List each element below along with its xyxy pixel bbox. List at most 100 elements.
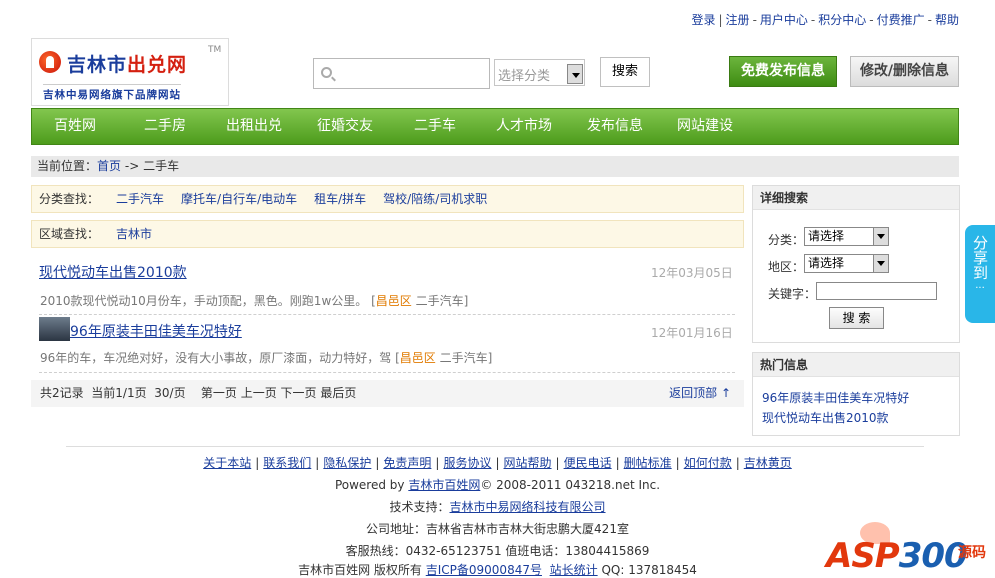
listing-title[interactable]: 现代悦动车出售2010款: [39, 262, 187, 282]
publish-button[interactable]: 免费发布信息: [729, 56, 837, 87]
filter-car-rental[interactable]: 租车/拼车: [314, 192, 366, 206]
chevron-down-icon: [567, 64, 583, 84]
back-to-top-link[interactable]: 返回顶部 ↑: [669, 380, 731, 407]
listing-date: 12年01月16日: [651, 326, 733, 340]
footer-link-delete-policy[interactable]: 删帖标准: [624, 456, 672, 470]
panel-title: 详细搜索: [753, 186, 959, 210]
pager-current: 当前1/1页: [91, 386, 147, 400]
nav-item-rent[interactable]: 出租出兑: [226, 109, 282, 144]
nav-item-dating[interactable]: 征婚交友: [317, 109, 373, 144]
panel-title: 热门信息: [753, 353, 959, 377]
keyword-label: 关键字：: [768, 287, 817, 301]
area-filter-label: 区域查找：: [39, 227, 100, 241]
advanced-search-panel: 详细搜索 分类： 请选择 地区： 请选择 关键字： 搜 索: [752, 185, 960, 343]
stats-link[interactable]: 站长统计: [550, 563, 598, 577]
tech-support-link[interactable]: 吉林市中易网络科技有限公司: [450, 500, 606, 514]
points-center-link[interactable]: 积分中心: [818, 13, 866, 27]
nav-item-used-car[interactable]: 二手车: [414, 109, 456, 144]
footer-link-terms[interactable]: 服务协议: [443, 456, 491, 470]
listing-description: 2010款现代悦动10月份车，手动顶配，黑色。刚跑1w公里。 [昌邑区 二手汽车…: [40, 294, 469, 308]
powered-by: Powered by 吉林市百姓网© 2008-2011 043218.net …: [334, 478, 661, 492]
login-link[interactable]: 登录: [691, 13, 715, 27]
breadcrumb: 当前位置：首页 -> 二手车: [31, 156, 959, 177]
search-button[interactable]: 搜索: [600, 57, 650, 87]
footer-link-privacy[interactable]: 隐私保护: [323, 456, 371, 470]
site-logo[interactable]: 吉林市出兑网 TM 吉林中易网络旗下品牌网站: [31, 38, 229, 106]
edit-delete-button[interactable]: 修改/删除信息: [850, 56, 959, 87]
area-filter: 区域查找： 吉林市: [31, 220, 744, 248]
pager-last[interactable]: 最后页: [320, 386, 356, 400]
keyword-input[interactable]: [816, 282, 937, 300]
logo-name: 吉林市出兑网: [67, 54, 188, 76]
nav-item-baixing[interactable]: 百姓网: [54, 109, 96, 144]
pager-total: 共2记录: [40, 386, 84, 400]
category-filter: 分类查找： 二手汽车 摩托车/自行车/电动车 租车/拼车 驾校/陪练/司机求职: [31, 185, 744, 213]
powered-by-link[interactable]: 吉林市百姓网: [408, 478, 480, 492]
area-label: 地区：: [768, 260, 805, 274]
filter-driving-school[interactable]: 驾校/陪练/司机求职: [383, 192, 487, 206]
search-icon: [321, 67, 332, 78]
logo-mark-icon: [39, 51, 61, 73]
listing-description: 96年的车，车况绝对好，没有大小事故，原厂漆面，动力特好，驾 [昌邑区 二手汽车…: [40, 351, 493, 365]
search-input[interactable]: [338, 63, 486, 84]
nav-item-jobs[interactable]: 人才市场: [496, 109, 552, 144]
filter-used-car[interactable]: 二手汽车: [116, 192, 164, 206]
pager-prev[interactable]: 上一页: [241, 386, 277, 400]
user-center-link[interactable]: 用户中心: [760, 13, 808, 27]
category-select-value: 选择分类: [498, 69, 551, 84]
hot-info-panel: 热门信息 96年原装丰田佳美车况特好 现代悦动车出售2010款: [752, 352, 960, 436]
listing-area-link[interactable]: 昌邑区: [376, 294, 412, 308]
pager-per-page: 30/页: [154, 386, 186, 400]
breadcrumb-home[interactable]: 首页: [97, 159, 121, 173]
logo-subtitle: 吉林中易网络旗下品牌网站: [43, 84, 181, 102]
share-label: 分享到: [971, 235, 989, 280]
chevron-down-icon: [873, 228, 888, 245]
nav-item-publish[interactable]: 发布信息: [587, 109, 643, 144]
pagination: 共2记录 当前1/1页 30/页 第一页 上一页 下一页 最后页 返回顶部 ↑: [31, 380, 744, 407]
filter-area-jilin[interactable]: 吉林市: [116, 227, 152, 241]
tech-support: 技术支持：吉林市中易网络科技有限公司: [389, 500, 606, 514]
hot-item[interactable]: 现代悦动车出售2010款: [762, 409, 889, 426]
adv-area-select[interactable]: 请选择: [804, 254, 889, 273]
register-link[interactable]: 注册: [726, 13, 750, 27]
footer-link-yellow-pages[interactable]: 吉林黄页: [744, 456, 792, 470]
listing-area-link[interactable]: 昌邑区: [400, 351, 436, 365]
breadcrumb-current: 二手车: [143, 159, 180, 173]
category-filter-label: 分类查找：: [39, 192, 100, 206]
search-box: [313, 58, 490, 89]
footer-link-contact[interactable]: 联系我们: [263, 456, 311, 470]
asp300-watermark: ASP300 源码: [826, 520, 991, 576]
divider: [39, 314, 735, 315]
category-select[interactable]: 选择分类: [494, 59, 585, 86]
adv-category-select[interactable]: 请选择: [804, 227, 889, 246]
listing-date: 12年03月05日: [651, 266, 733, 280]
adv-search-button[interactable]: 搜 索: [829, 307, 884, 329]
breadcrumb-prefix: 当前位置：: [37, 159, 98, 173]
share-tab[interactable]: 分享到 ···: [965, 225, 995, 323]
filter-motorcycle[interactable]: 摩托车/自行车/电动车: [181, 192, 297, 206]
main-nav: 百姓网 二手房 出租出兑 征婚交友 二手车 人才市场 发布信息 网站建设: [31, 108, 959, 145]
footer-link-help[interactable]: 网站帮助: [504, 456, 552, 470]
listing-title[interactable]: 96年原装丰田佳美车况特好: [70, 321, 242, 341]
footer-divider: [66, 446, 924, 447]
icp-link[interactable]: 吉ICP备09000847号: [426, 563, 542, 577]
nav-item-second-house[interactable]: 二手房: [144, 109, 186, 144]
pager-first[interactable]: 第一页: [201, 386, 237, 400]
footer-link-about[interactable]: 关于本站: [203, 456, 251, 470]
pager-next[interactable]: 下一页: [281, 386, 317, 400]
footer-link-phones[interactable]: 便民电话: [564, 456, 612, 470]
category-label: 分类：: [768, 233, 805, 247]
breadcrumb-separator: ->: [124, 159, 140, 173]
share-dots: ···: [975, 283, 985, 294]
chevron-down-icon: [873, 255, 888, 272]
nav-item-website[interactable]: 网站建设: [677, 109, 733, 144]
listing-thumbnail[interactable]: [39, 317, 70, 341]
help-link[interactable]: 帮助: [935, 13, 959, 27]
footer-links: 关于本站 | 联系我们 | 隐私保护 | 免责声明 | 服务协议 | 网站帮助 | 便民电话 | 删帖标准 |…: [203, 456, 792, 470]
footer-link-payment[interactable]: 如何付款: [684, 456, 732, 470]
divider: [39, 372, 735, 373]
hot-item[interactable]: 96年原装丰田佳美车况特好: [762, 389, 909, 406]
paid-promo-link[interactable]: 付费推广: [877, 13, 925, 27]
footer-link-disclaimer[interactable]: 免责声明: [383, 456, 431, 470]
top-links: 登录 | 注册 - 用户中心 - 积分中心 - 付费推广 - 帮助: [691, 13, 959, 27]
